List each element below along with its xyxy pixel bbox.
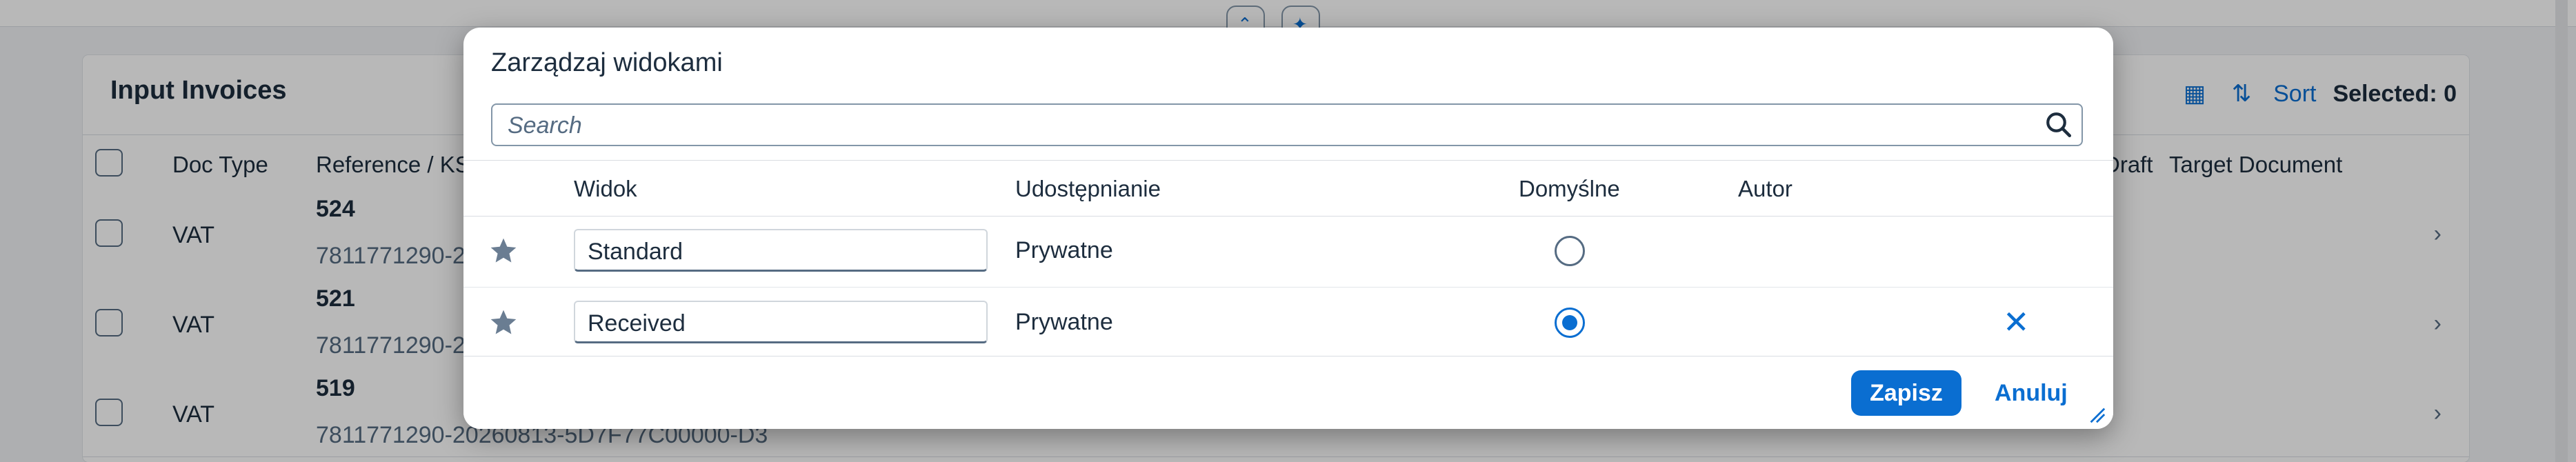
favorite-star-icon[interactable] <box>488 236 519 266</box>
view-row-standard: Standard Prywatne <box>463 215 2113 288</box>
column-default: Domyślne <box>1519 176 1620 201</box>
dialog-footer: Zapisz Anuluj <box>463 356 2113 429</box>
search-input[interactable]: Search <box>491 103 2083 146</box>
default-view-radio[interactable] <box>1555 236 1585 266</box>
default-view-radio[interactable] <box>1555 308 1585 338</box>
cancel-button[interactable]: Anuluj <box>1995 370 2068 416</box>
view-name-input[interactable]: Standard <box>574 229 988 272</box>
view-row-received: Received Prywatne ✕ <box>463 287 2113 359</box>
favorite-star-icon[interactable] <box>488 308 519 338</box>
column-sharing: Udostępnianie <box>1015 176 1161 201</box>
column-view: Widok <box>574 176 637 201</box>
dialog-title: Zarządzaj widokami <box>491 48 723 77</box>
search-icon[interactable] <box>2044 110 2073 139</box>
delete-view-icon[interactable]: ✕ <box>2003 303 2030 341</box>
view-sharing: Prywatne <box>1015 237 1113 263</box>
column-author: Autor <box>1738 176 1793 201</box>
view-name-input[interactable]: Received <box>574 301 988 343</box>
save-button[interactable]: Zapisz <box>1851 370 1961 416</box>
search-placeholder: Search <box>508 112 582 139</box>
manage-views-dialog: Zarządzaj widokami Search Widok Udostępn… <box>463 28 2113 429</box>
view-name: Standard <box>588 239 683 265</box>
view-sharing: Prywatne <box>1015 309 1113 335</box>
view-name: Received <box>588 310 686 337</box>
views-table-header: Widok Udostępnianie Domyślne Autor <box>463 160 2113 217</box>
resize-handle-icon[interactable] <box>2087 405 2106 424</box>
